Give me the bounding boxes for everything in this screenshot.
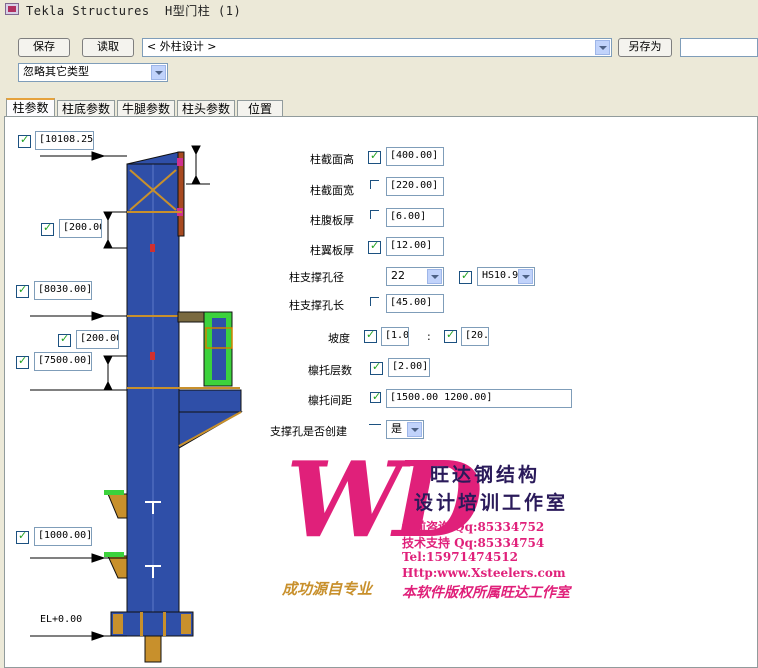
- bolt-grade-value: HS10.9: [482, 270, 519, 281]
- dim-2-checkbox[interactable]: [41, 221, 54, 236]
- title-bar: Tekla Structures H型门柱 (1): [0, 0, 758, 18]
- create-brace-holes-select[interactable]: 是: [386, 420, 424, 439]
- filter-value: 忽略其它类型: [23, 65, 89, 78]
- brace-hole-dia-label: 柱支撑孔径: [289, 271, 344, 284]
- filter-select[interactable]: 忽略其它类型: [18, 63, 168, 82]
- chevron-down-icon[interactable]: [407, 422, 422, 437]
- flange-thickness-input[interactable]: [12.00]: [386, 237, 444, 256]
- section-height-label: 柱截面高: [310, 153, 354, 166]
- column-drawing: [30, 145, 243, 663]
- dim-6-input[interactable]: [1000.00]: [34, 527, 92, 546]
- chevron-down-icon[interactable]: [427, 269, 442, 284]
- brace-hole-dia-select[interactable]: 22: [386, 267, 444, 286]
- dim-top-input[interactable]: [10108.25: [35, 131, 94, 150]
- save-as-name-input[interactable]: [680, 38, 758, 57]
- bolt-grade-checkbox[interactable]: [459, 269, 472, 284]
- web-thickness-checkbox[interactable]: [370, 210, 379, 219]
- brace-hole-len-input[interactable]: [45.00]: [386, 294, 444, 313]
- bolt-grade-select[interactable]: HS10.9: [477, 267, 535, 286]
- watermark-slogan: 成功源自专业: [282, 580, 373, 598]
- brace-hole-len-label: 柱支撑孔长: [289, 299, 344, 312]
- bracket-layers-checkbox[interactable]: [370, 360, 383, 375]
- bracket-spacing-input[interactable]: [1500.00 1200.00]: [386, 389, 572, 408]
- create-brace-holes-marker: [369, 424, 381, 425]
- slope-checkbox-2[interactable]: [444, 328, 457, 343]
- bracket-layers-input[interactable]: [2.00]: [388, 358, 430, 377]
- flange-thickness-checkbox[interactable]: [368, 239, 381, 254]
- flange-thickness-label: 柱翼板厚: [310, 244, 354, 257]
- slope-label: 坡度: [328, 332, 350, 345]
- section-width-input[interactable]: [220.00]: [386, 177, 444, 196]
- dim-top-checkbox[interactable]: [18, 133, 31, 148]
- dim-5-checkbox[interactable]: [16, 354, 29, 369]
- web-thickness-input[interactable]: [6.00]: [386, 208, 444, 227]
- bracket-spacing-checkbox[interactable]: [370, 390, 381, 403]
- section-width-label: 柱截面宽: [310, 184, 354, 197]
- watermark-tel: Tel:15971474512: [402, 550, 519, 564]
- dim-6-checkbox[interactable]: [16, 529, 29, 544]
- chevron-down-icon[interactable]: [518, 269, 533, 284]
- slope-checkbox-1[interactable]: [364, 328, 377, 343]
- watermark-copyright: 本软件版权所属旺达工作室: [402, 585, 570, 601]
- save-button[interactable]: 保存: [18, 38, 70, 57]
- slope-separator: :: [427, 330, 431, 343]
- chevron-down-icon[interactable]: [151, 65, 166, 80]
- tab-base-params[interactable]: 柱底参数: [57, 100, 115, 117]
- chevron-down-icon[interactable]: [595, 40, 610, 55]
- brace-hole-dia-value: 22: [391, 269, 405, 282]
- create-brace-holes-value: 是: [391, 422, 402, 435]
- preset-value: < 外柱设计 >: [147, 40, 217, 53]
- create-brace-holes-label: 支撑孔是否创建: [270, 425, 347, 438]
- web-thickness-label: 柱腹板厚: [310, 214, 354, 227]
- tab-bracket-params[interactable]: 牛腿参数: [117, 100, 175, 117]
- dim-2-input[interactable]: [200.00: [59, 219, 102, 238]
- watermark-company: 旺达钢结构: [430, 464, 541, 486]
- elevation-label: EL+0.00: [40, 614, 83, 625]
- bracket-layers-label: 檩托层数: [308, 364, 352, 377]
- tab-cap-params[interactable]: 柱头参数: [177, 100, 235, 117]
- section-width-checkbox[interactable]: [370, 180, 379, 189]
- watermark-presales: 售前咨询 Qq:85334752: [402, 520, 545, 534]
- slope-input-1[interactable]: [1.0: [381, 327, 409, 346]
- load-button[interactable]: 读取: [82, 38, 134, 57]
- preset-select[interactable]: < 外柱设计 >: [142, 38, 612, 57]
- dim-5-input[interactable]: [7500.00]: [34, 352, 92, 371]
- dim-3-input[interactable]: [8030.00]: [34, 281, 92, 300]
- slope-input-2[interactable]: [20.: [461, 327, 489, 346]
- dim-4-input[interactable]: [200.00: [76, 330, 119, 349]
- bracket-spacing-label: 檩托间距: [308, 394, 352, 407]
- window-title: Tekla Structures H型门柱 (1): [26, 4, 242, 18]
- section-height-checkbox[interactable]: [368, 149, 381, 164]
- brace-hole-len-checkbox[interactable]: [370, 297, 379, 306]
- watermark-support: 技术支持 Qq:85334754: [402, 536, 545, 550]
- watermark-url: Http:www.Xsteelers.com: [402, 566, 566, 580]
- dim-3-checkbox[interactable]: [16, 283, 29, 298]
- tab-column-params[interactable]: 柱参数: [6, 98, 55, 117]
- tab-position[interactable]: 位置: [237, 100, 283, 117]
- watermark-studio: 设计培训工作室: [414, 492, 569, 514]
- tekla-app-icon: [5, 3, 19, 15]
- section-height-input[interactable]: [400.00]: [386, 147, 444, 166]
- dim-4-checkbox[interactable]: [58, 332, 71, 347]
- save-as-button[interactable]: 另存为: [618, 38, 672, 57]
